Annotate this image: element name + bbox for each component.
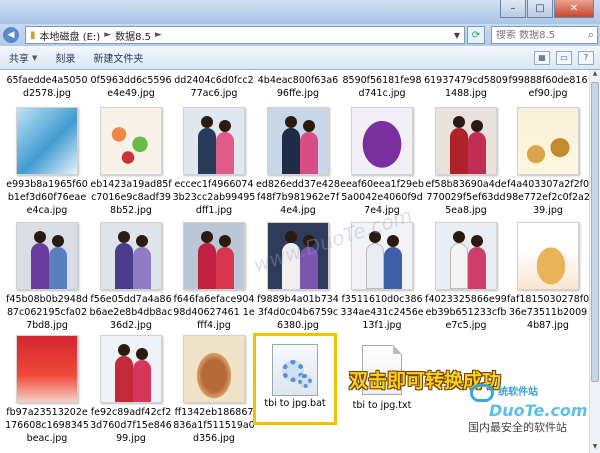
watermark-site: 统软件站: [498, 387, 538, 398]
search-box[interactable]: ⌕: [491, 26, 598, 44]
close-button[interactable]: ✕: [554, 0, 594, 18]
image-thumbnail: [100, 222, 162, 290]
back-icon[interactable]: ◀: [3, 27, 19, 43]
image-thumbnail: [183, 222, 245, 290]
file-item[interactable]: f56e05dd7a4a86b6ae2e8b4db8ac36d2.jpg: [89, 222, 173, 332]
image-thumbnail: [16, 222, 78, 290]
file-name: fe92c89adf42cf23d760d7f15e84699.jpg: [90, 407, 172, 444]
file-name: tbi to jpg.bat: [264, 398, 326, 409]
file-name: eb1423a19ad85fc7016e9c8adf398b52.jpg: [90, 179, 172, 216]
window-controls: – □ ✕: [500, 0, 594, 18]
address-dropdown-icon[interactable]: ▼: [450, 31, 464, 40]
file-item[interactable]: 8590f56181fe98d741c.jpg: [340, 74, 424, 100]
file-item[interactable]: ed826edd37e428f48f7b981962e7f4e4.jpg: [256, 107, 340, 217]
image-thumbnail: [100, 107, 162, 175]
file-name: 4b4eac800f63a696ffe.jpg: [257, 75, 339, 99]
refresh-icon[interactable]: ⟳: [467, 26, 485, 44]
address-bar-row: ◀ ▮ 本地磁盘 (E:) ► 数据8.5 ► ▼ ⟳ ⌕: [0, 24, 600, 46]
file-name: eccec1f49660743b23cc2ab99495dff1.jpg: [172, 179, 256, 216]
file-item[interactable]: 65faedde4a5050d2578.jpg: [5, 74, 89, 100]
file-name: dd2404c6d0fcc277ac6.jpg: [174, 75, 254, 99]
file-item[interactable]: 0f5963dd6c5596e4e49.jpg: [89, 74, 173, 100]
file-name: e993b8a1965f60b1ef3d60f76eaee4ca.jpg: [6, 179, 88, 216]
file-item[interactable]: e993b8a1965f60b1ef3d60f76eaee4ca.jpg: [5, 107, 89, 217]
image-thumbnail: [517, 222, 579, 290]
file-item[interactable]: faf1815030278f036e73511b20094b87.jpg: [506, 222, 589, 332]
image-thumbnail: [267, 107, 329, 175]
address-bar[interactable]: ▮ 本地磁盘 (E:) ► 数据8.5 ► ▼: [25, 26, 465, 44]
file-name: f3511610d0c386334ae431c2456e13f1.jpg: [340, 294, 424, 331]
image-thumbnail: [351, 107, 413, 175]
file-name: fb97a23513202e176608c1698345beac.jpg: [5, 407, 89, 444]
file-name: tbi to jpg.txt: [352, 400, 412, 411]
image-thumbnail: [435, 107, 497, 175]
file-item[interactable]: eccec1f49660743b23cc2ab99495dff1.jpg: [172, 107, 256, 217]
file-name: 65faedde4a5050d2578.jpg: [6, 75, 88, 99]
view-options-icon[interactable]: ▦: [534, 50, 550, 65]
burn-button[interactable]: 刻录: [46, 50, 84, 65]
file-item[interactable]: eeaf60eea1f29eb5a0042e4060f9d7e4.jpg: [340, 107, 424, 217]
file-item[interactable]: f646fa6eface90498d40627461 1efff4.jpg: [172, 222, 256, 332]
file-item[interactable]: f45b08b0b2948d87c062195cfa027bd8.jpg: [5, 222, 89, 332]
file-name: f45b08b0b2948d87c062195cfa027bd8.jpg: [6, 294, 88, 331]
file-name: ef58b83690a4de770029f5ef63dd5ea8.jpg: [425, 179, 507, 216]
file-item[interactable]: ef58b83690a4de770029f5ef63dd5ea8.jpg: [424, 107, 508, 217]
file-name: f99888f60de816ef90.jpg: [508, 75, 588, 99]
command-bar: 共享 ▼ 刻录 新建文件夹 ▦ ▭ ?: [0, 46, 600, 70]
share-menu-button[interactable]: 共享 ▼: [0, 50, 46, 66]
breadcrumb-drive[interactable]: 本地磁盘 (E:): [40, 28, 101, 43]
new-folder-button[interactable]: 新建文件夹: [84, 50, 152, 65]
scroll-up-icon[interactable]: ▲: [590, 70, 600, 80]
image-thumbnail: [183, 107, 245, 175]
image-thumbnail: [435, 222, 497, 290]
image-thumbnail: [16, 335, 78, 403]
file-name: 0f5963dd6c5596e4e49.jpg: [90, 75, 172, 99]
file-item[interactable]: f4023325866e99eb39b651233cfbe7c5.jpg: [424, 222, 508, 332]
file-name: f4a403307a2f2f098e772ef2c0f2a239.jpg: [506, 179, 589, 216]
file-name: f9889b4a01b7343f4d0c04b6759c6380.jpg: [257, 294, 339, 331]
file-item[interactable]: fe92c89adf42cf23d760d7f15e84699.jpg: [89, 335, 173, 445]
file-name: faf1815030278f036e73511b20094b87.jpg: [506, 294, 589, 331]
file-item[interactable]: fb97a23513202e176608c1698345beac.jpg: [5, 335, 89, 445]
title-bar: – □ ✕: [0, 0, 600, 24]
minimize-button[interactable]: –: [500, 0, 526, 18]
image-thumbnail: [517, 107, 579, 175]
watermark-logo-icon: [470, 384, 494, 402]
watermark-slogan: 国内最安全的软件站: [468, 421, 567, 434]
chevron-down-icon: ▼: [32, 53, 38, 62]
search-input[interactable]: [496, 29, 588, 41]
file-item[interactable]: eb1423a19ad85fc7016e9c8adf398b52.jpg: [89, 107, 173, 217]
breadcrumb-folder[interactable]: 数据8.5: [115, 28, 151, 43]
watermark-domain: DuoTe.com: [489, 401, 588, 420]
file-item[interactable]: 61937479cd58091488.jpg: [424, 74, 508, 100]
search-icon[interactable]: ⌕: [588, 28, 594, 42]
file-item[interactable]: f99888f60de816ef90.jpg: [506, 74, 589, 100]
file-item[interactable]: dd2404c6d0fcc277ac6.jpg: [172, 74, 256, 100]
file-name: f646fa6eface90498d40627461 1efff4.jpg: [173, 294, 255, 331]
image-thumbnail: [100, 335, 162, 403]
breadcrumb-separator-icon[interactable]: ►: [104, 30, 111, 40]
file-name: 61937479cd58091488.jpg: [424, 75, 508, 99]
image-thumbnail: [183, 335, 245, 403]
file-item[interactable]: ff1342eb186867836a1f511519a0d356.jpg: [172, 335, 256, 445]
file-name: f4023325866e99eb39b651233cfbe7c5.jpg: [425, 294, 507, 331]
scroll-down-icon[interactable]: ▼: [590, 443, 600, 453]
file-item-bat-selected[interactable]: tbi to jpg.bat: [253, 333, 337, 425]
file-name: 8590f56181fe98d741c.jpg: [342, 75, 422, 99]
file-name: ff1342eb186867836a1f511519a0d356.jpg: [173, 407, 255, 444]
scrollbar-thumb[interactable]: [591, 82, 599, 382]
file-name: ed826edd37e428f48f7b981962e7f4e4.jpg: [256, 179, 340, 216]
help-icon[interactable]: ?: [578, 50, 594, 65]
file-name: f56e05dd7a4a86b6ae2e8b4db8ac36d2.jpg: [89, 294, 173, 331]
share-label: 共享: [9, 54, 29, 65]
batch-file-icon: [272, 344, 318, 396]
file-item[interactable]: 4b4eac800f63a696ffe.jpg: [256, 74, 340, 100]
breadcrumb-separator-icon[interactable]: ►: [155, 30, 162, 40]
file-item[interactable]: f4a403307a2f2f098e772ef2c0f2a239.jpg: [506, 107, 589, 217]
maximize-button[interactable]: □: [527, 0, 553, 18]
folder-icon: ▮: [30, 29, 36, 41]
image-thumbnail: [16, 107, 78, 175]
vertical-scrollbar[interactable]: ▲ ▼: [589, 70, 600, 453]
preview-pane-icon[interactable]: ▭: [556, 50, 572, 65]
